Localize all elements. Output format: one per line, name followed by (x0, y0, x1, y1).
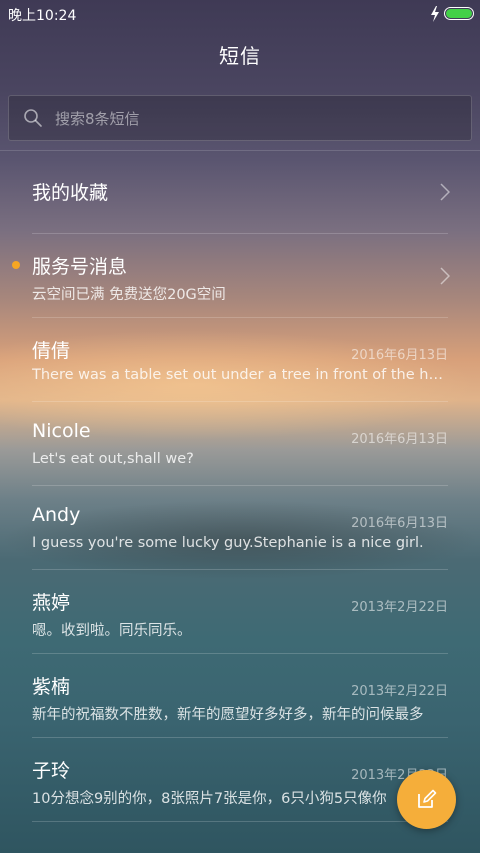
conversation-row[interactable]: 紫楠 2013年2月22日 新年的祝福数不胜数，新年的愿望好多好多，新年的问候最… (0, 654, 480, 738)
status-time: 晚上10:24 (8, 8, 77, 24)
service-name: 服务号消息 (32, 256, 128, 278)
battery-icon (444, 7, 474, 20)
contact-name: 子玲 (32, 760, 71, 782)
favorites-row[interactable]: 我的收藏 (0, 150, 480, 234)
message-date: 2013年2月22日 (351, 600, 448, 615)
search-input[interactable] (53, 96, 457, 142)
contact-name: Nicole (32, 420, 91, 442)
compose-icon (418, 789, 437, 808)
message-date: 2013年2月22日 (351, 684, 448, 699)
charging-bolt-icon (431, 6, 439, 22)
contact-name: 倩倩 (32, 340, 71, 362)
favorites-label: 我的收藏 (32, 182, 109, 204)
conversation-row[interactable]: 倩倩 2016年6月13日 There was a table set out … (0, 318, 480, 402)
unread-dot (12, 261, 20, 269)
page-title: 短信 (219, 44, 261, 68)
contact-name: 紫楠 (32, 676, 71, 698)
chevron-right-icon (440, 267, 450, 285)
conversation-list: 我的收藏 服务号消息 云空间已满 免费送您20G空间 倩倩 2016年6月13日… (0, 150, 480, 822)
message-preview: 嗯。收到啦。同乐同乐。 (32, 623, 192, 639)
message-preview: Let's eat out,shall we? (32, 451, 194, 467)
conversation-row[interactable]: 燕婷 2013年2月22日 嗯。收到啦。同乐同乐。 (0, 570, 480, 654)
message-preview: 新年的祝福数不胜数，新年的愿望好多好多，新年的问候最多 (32, 707, 424, 723)
message-date: 2016年6月13日 (351, 432, 448, 447)
compose-button[interactable] (397, 770, 456, 829)
search-box[interactable] (8, 95, 472, 142)
contact-name: 燕婷 (32, 592, 71, 614)
conversation-row[interactable]: Nicole 2016年6月13日 Let's eat out,shall we… (0, 402, 480, 486)
message-preview: There was a table set out under a tree i… (32, 367, 448, 383)
message-preview: I guess you're some lucky guy.Stephanie … (32, 535, 424, 551)
message-date: 2016年6月13日 (351, 516, 448, 531)
service-preview: 云空间已满 免费送您20G空间 (32, 287, 226, 303)
message-preview: 10分想念9别的你，8张照片7张是你，6只小狗5只像你 (32, 791, 387, 807)
chevron-right-icon (440, 183, 450, 201)
conversation-row[interactable]: Andy 2016年6月13日 I guess you're some luck… (0, 486, 480, 570)
message-date: 2016年6月13日 (351, 348, 448, 363)
status-bar: 晚上10:24 (0, 0, 480, 28)
title-bar: 短信 (0, 36, 480, 76)
service-messages-row[interactable]: 服务号消息 云空间已满 免费送您20G空间 (0, 234, 480, 318)
search-icon (24, 109, 42, 127)
battery-level (446, 9, 472, 18)
contact-name: Andy (32, 504, 81, 526)
